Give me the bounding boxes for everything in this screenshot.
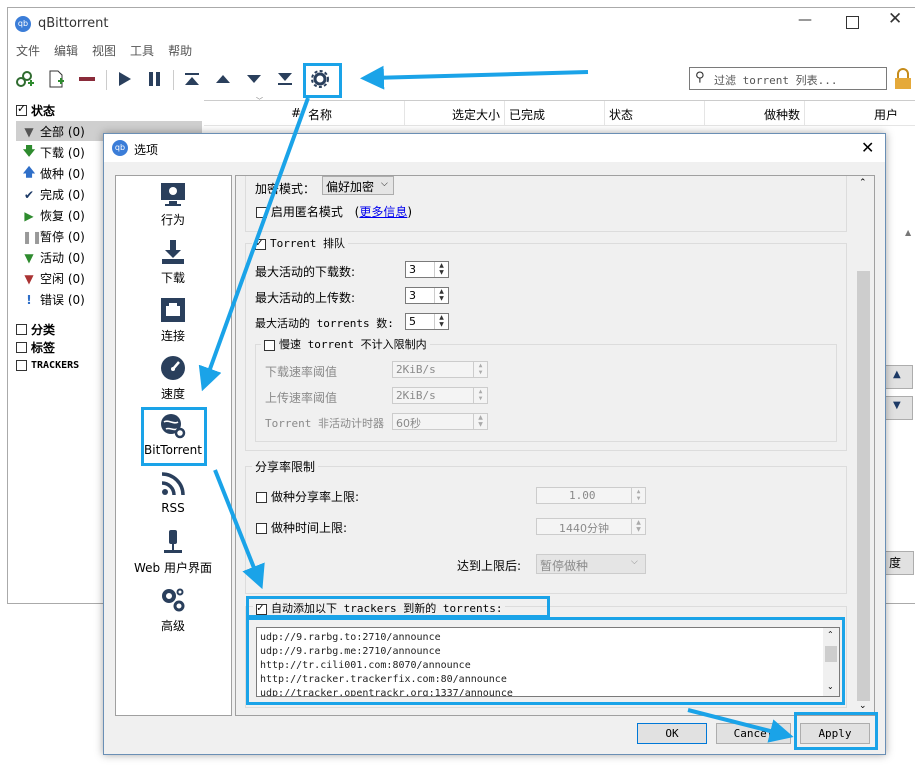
arrow-to-bittorrent <box>198 97 310 392</box>
arrow-to-options <box>360 65 589 90</box>
arrow-to-trackers <box>213 469 265 590</box>
arrow-to-apply <box>687 708 794 743</box>
annotation-arrows <box>198 65 794 743</box>
